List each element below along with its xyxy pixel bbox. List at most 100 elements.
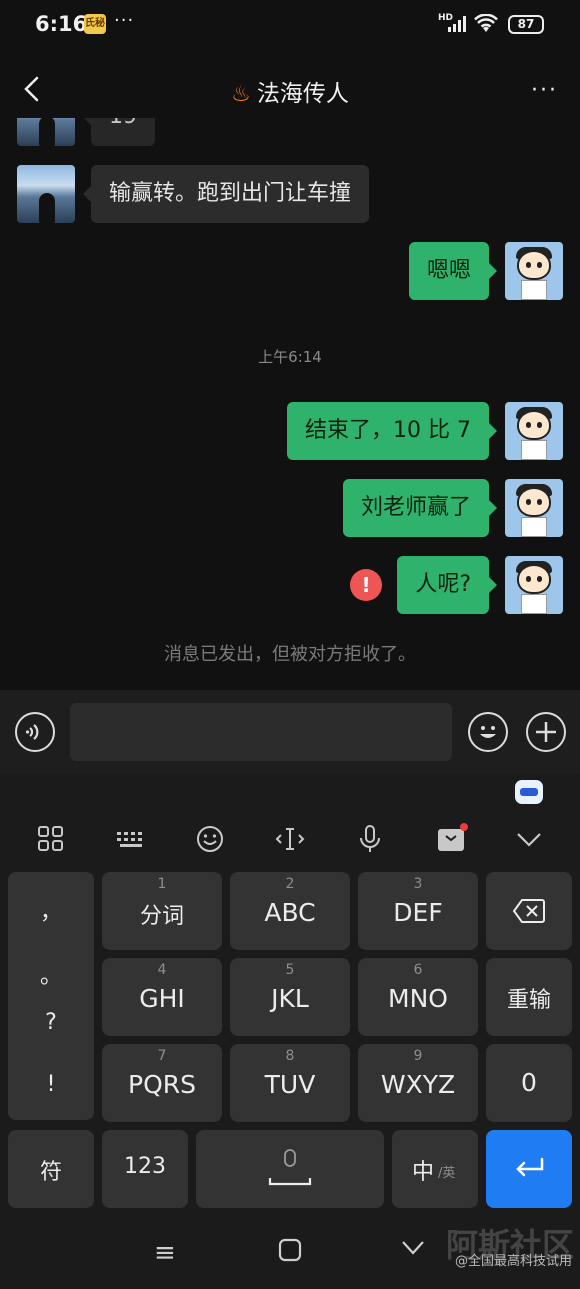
chat-header: ♨ 法海传人 ···: [0, 52, 580, 128]
emoji-icon[interactable]: [193, 822, 227, 856]
chat-title: ♨ 法海传人: [0, 74, 580, 108]
key-label: DEF: [393, 898, 443, 927]
my-avatar[interactable]: [505, 402, 563, 460]
enter-key[interactable]: [486, 1130, 572, 1208]
backspace-icon: [512, 899, 545, 923]
numbers-label: 123: [124, 1154, 166, 1179]
key-6[interactable]: 6 MNO: [358, 958, 478, 1036]
mic-icon[interactable]: [353, 822, 387, 856]
space-mic-icon: [268, 1149, 312, 1186]
my-avatar[interactable]: [505, 479, 563, 537]
message-text: 刘老师赢了: [360, 495, 471, 520]
app-notification-icon: 氏秘: [84, 14, 106, 34]
fire-icon: ♨: [231, 82, 251, 107]
battery-icon: 87: [508, 15, 544, 34]
symbols-label: 符: [39, 1160, 62, 1185]
keyboard-toolbar: [0, 804, 580, 874]
more-options-icon[interactable]: ···: [531, 78, 558, 103]
message-bubble-out[interactable]: 人呢?: [397, 556, 497, 614]
punctuation-key[interactable]: ， 。 ? !: [8, 872, 94, 1120]
key-5[interactable]: 5 JKL: [230, 958, 350, 1036]
lang-sub-label: /英: [438, 1166, 456, 1181]
key-label: JKL: [271, 984, 309, 1013]
emoji-button[interactable]: [468, 712, 508, 752]
key-label: GHI: [139, 984, 185, 1013]
emoji-icon: [480, 726, 496, 738]
key-label: TUV: [264, 1070, 316, 1099]
key-8[interactable]: 8 TUV: [230, 1044, 350, 1122]
key-label: WXYZ: [380, 1070, 456, 1099]
message-list[interactable]: 19 输赢转。跑到出门让车撞 嗯嗯 上午6:14 结束了，10 比 7 刘老师赢…: [0, 118, 580, 690]
ai-assistant-icon[interactable]: [515, 780, 543, 804]
watermark-text: @全国最高科技试用: [454, 1254, 572, 1269]
punct-question[interactable]: ?: [8, 1010, 94, 1035]
delete-key[interactable]: [486, 872, 572, 950]
punct-exclaim[interactable]: !: [8, 1072, 94, 1097]
zero-key[interactable]: 0: [486, 1044, 572, 1122]
space-key[interactable]: [196, 1130, 384, 1208]
collapse-keyboard-icon[interactable]: [512, 822, 546, 856]
message-text: 输赢转。跑到出门让车撞: [109, 181, 352, 206]
key-number: 3: [413, 876, 423, 892]
key-number: 6: [413, 962, 423, 978]
key-number: 4: [157, 962, 167, 978]
chat-title-text: 法海传人: [256, 81, 349, 107]
language-key[interactable]: 中 /英: [392, 1130, 478, 1208]
enter-icon: [516, 1157, 544, 1177]
key-2[interactable]: 2 ABC: [230, 872, 350, 950]
more-actions-button[interactable]: [526, 712, 566, 752]
message-input[interactable]: [70, 703, 452, 761]
punct-comma[interactable]: ，: [8, 894, 94, 926]
message-bubble-out[interactable]: 结束了，10 比 7: [287, 402, 497, 460]
signal-icon: [448, 16, 466, 32]
contact-avatar[interactable]: [17, 165, 75, 223]
key-3[interactable]: 3 DEF: [358, 872, 478, 950]
message-text: 19: [109, 118, 137, 129]
key-number: 9: [413, 1048, 423, 1064]
key-7[interactable]: 7 PQRS: [102, 1044, 222, 1122]
cursor-icon[interactable]: [273, 822, 307, 856]
clipboard-icon[interactable]: [434, 822, 468, 856]
key-number: 1: [157, 876, 167, 892]
contact-avatar[interactable]: [17, 118, 75, 146]
retype-key[interactable]: 重输: [486, 958, 572, 1036]
message-text: 嗯嗯: [426, 258, 471, 283]
recent-apps-icon[interactable]: ≡: [154, 1238, 176, 1268]
lang-main-label: 中: [412, 1160, 435, 1185]
punct-period[interactable]: 。: [8, 958, 94, 990]
keyboard: ， 。 ? ! 1 分词 2 ABC 3 DEF 4 GHI 5 JKL 6 M…: [0, 774, 580, 1214]
keyboard-icon[interactable]: [114, 822, 148, 856]
message-bubble-in[interactable]: 输赢转。跑到出门让车撞: [82, 165, 370, 223]
message-bubble-in[interactable]: 19: [83, 118, 155, 146]
key-number: 5: [285, 962, 295, 978]
wifi-icon: [474, 14, 498, 32]
menu-grid-icon[interactable]: [34, 822, 68, 856]
key-number: 2: [285, 876, 295, 892]
system-notice: 消息已发出，但被对方拒收了。: [164, 644, 416, 665]
numbers-key[interactable]: 123: [102, 1130, 188, 1208]
send-failed-icon[interactable]: !: [350, 569, 382, 601]
status-bar: 6:16 氏秘 ··· HD 87: [0, 0, 580, 52]
home-icon[interactable]: [278, 1238, 302, 1262]
key-number: 7: [157, 1048, 167, 1064]
retype-label: 重输: [506, 988, 551, 1013]
key-4[interactable]: 4 GHI: [102, 958, 222, 1036]
message-text: 结束了，10 比 7: [305, 418, 471, 443]
key-1[interactable]: 1 分词: [102, 872, 222, 950]
key-9[interactable]: 9 WXYZ: [358, 1044, 478, 1122]
message-bubble-out[interactable]: 刘老师赢了: [342, 479, 498, 537]
plus-icon: [536, 722, 556, 742]
voice-icon: [25, 724, 39, 740]
symbols-key[interactable]: 符: [8, 1130, 94, 1208]
message-bubble-out[interactable]: 嗯嗯: [408, 242, 498, 300]
key-label: ABC: [264, 898, 316, 927]
my-avatar[interactable]: [505, 556, 563, 614]
my-avatar[interactable]: [505, 242, 563, 300]
key-label: MNO: [388, 984, 448, 1013]
status-time: 6:16: [35, 12, 88, 36]
voice-input-button[interactable]: [15, 712, 55, 752]
message-text: 人呢?: [415, 572, 471, 597]
message-timestamp: 上午6:14: [258, 348, 322, 366]
more-notifications-icon: ···: [114, 10, 135, 31]
back-nav-icon[interactable]: [400, 1238, 426, 1258]
